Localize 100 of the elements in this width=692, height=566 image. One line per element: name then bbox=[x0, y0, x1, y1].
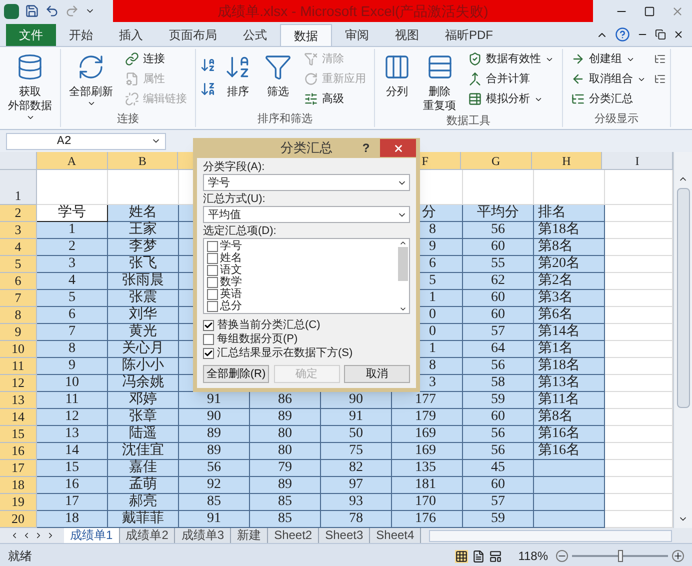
ribbon-button[interactable]: 排序 bbox=[220, 49, 256, 99]
scroll-up-icon[interactable] bbox=[398, 239, 406, 247]
option-label[interactable]: 替换当前分类汇总(C) bbox=[217, 319, 320, 331]
ribbon-tab[interactable]: 开始 bbox=[56, 24, 106, 46]
row-header[interactable]: 12 bbox=[0, 375, 37, 392]
scroll-down-icon[interactable] bbox=[398, 305, 406, 313]
ribbon-button[interactable]: 连接 bbox=[121, 49, 191, 69]
row-header[interactable]: 10 bbox=[0, 341, 37, 358]
horizontal-scrollbar[interactable] bbox=[429, 530, 672, 542]
checkbox[interactable] bbox=[207, 288, 218, 300]
ribbon-button[interactable]: 取消组合 bbox=[567, 69, 650, 89]
sheet-tab[interactable]: 成绩单3 bbox=[175, 528, 232, 543]
ribbon-button[interactable]: 删除 重复项 bbox=[419, 49, 460, 113]
maximize-icon[interactable] bbox=[644, 6, 655, 16]
page-layout-icon[interactable] bbox=[472, 550, 486, 562]
row-header[interactable]: 1 bbox=[0, 170, 37, 205]
row-header[interactable]: 19 bbox=[0, 494, 37, 511]
checkbox[interactable] bbox=[207, 240, 218, 252]
row-header[interactable]: 4 bbox=[0, 239, 37, 256]
dialog-button[interactable]: 全部删除(R) bbox=[203, 365, 269, 383]
list-item[interactable]: 数学 bbox=[220, 276, 242, 288]
row-header[interactable]: 7 bbox=[0, 290, 37, 307]
ribbon-tab[interactable]: 文件 bbox=[6, 24, 56, 46]
zoom-slider[interactable] bbox=[572, 550, 668, 562]
ribbon-button[interactable]: 分列 bbox=[379, 49, 415, 99]
undo-icon[interactable] bbox=[45, 4, 59, 18]
ribbon-button[interactable]: 筛选 bbox=[260, 49, 296, 99]
sort-ascending-icon[interactable] bbox=[200, 57, 216, 73]
slider-thumb[interactable] bbox=[618, 550, 623, 562]
ribbon-tab[interactable]: 福昕PDF bbox=[432, 24, 506, 46]
row-header[interactable]: 6 bbox=[0, 273, 37, 290]
list-item[interactable]: 语文 bbox=[220, 264, 242, 276]
ribbon-button[interactable]: 高级 bbox=[300, 89, 370, 109]
scroll-thumb[interactable] bbox=[676, 188, 690, 408]
list-item[interactable]: 英语 bbox=[220, 288, 242, 300]
ribbon-tab[interactable]: 视图 bbox=[382, 24, 432, 46]
name-box[interactable]: A2 bbox=[6, 132, 166, 150]
help-icon[interactable] bbox=[615, 27, 630, 42]
restore-icon[interactable] bbox=[655, 29, 666, 40]
zoom-out-icon[interactable] bbox=[556, 550, 568, 562]
ribbon-tab[interactable]: 插入 bbox=[106, 24, 156, 46]
list-item[interactable]: 学号 bbox=[220, 240, 242, 252]
vertical-scrollbar[interactable] bbox=[673, 152, 692, 528]
ribbon-tab[interactable]: 数据 bbox=[280, 24, 332, 46]
row-header[interactable]: 3 bbox=[0, 222, 37, 239]
show-detail-icon[interactable] bbox=[654, 53, 666, 65]
close-icon[interactable] bbox=[673, 29, 684, 40]
sheet-tab[interactable]: 新建 bbox=[231, 528, 268, 543]
page-break-icon[interactable] bbox=[489, 550, 502, 562]
save-icon[interactable] bbox=[25, 4, 39, 18]
ribbon-button[interactable]: 全部刷新 bbox=[65, 49, 117, 108]
scroll-thumb[interactable] bbox=[398, 247, 408, 281]
row-header[interactable]: 5 bbox=[0, 256, 37, 273]
list-item[interactable]: 姓名 bbox=[220, 252, 242, 264]
row-header[interactable]: 13 bbox=[0, 392, 37, 409]
spreadsheet-logo-icon[interactable] bbox=[4, 4, 19, 18]
ribbon-tab[interactable]: 页面布局 bbox=[156, 24, 230, 46]
column-header[interactable]: G bbox=[460, 152, 532, 170]
hide-detail-icon[interactable] bbox=[654, 73, 666, 85]
column-header[interactable]: A bbox=[36, 152, 108, 170]
checkbox[interactable] bbox=[207, 252, 218, 264]
zoom-in-icon[interactable] bbox=[672, 550, 684, 562]
sheet-tab[interactable]: 成绩单1 bbox=[64, 528, 120, 543]
sheet-tab[interactable]: Sheet2 bbox=[268, 528, 320, 543]
sheet-tab[interactable]: 成绩单2 bbox=[120, 528, 176, 543]
column-header[interactable]: H bbox=[532, 152, 602, 170]
row-header[interactable]: 15 bbox=[0, 426, 37, 443]
row-header[interactable]: 9 bbox=[0, 324, 37, 341]
checkbox[interactable] bbox=[203, 334, 214, 344]
ribbon-button[interactable]: 合并计算 bbox=[464, 69, 558, 89]
ribbon-button[interactable]: 获取 外部数据 bbox=[4, 49, 56, 122]
row-header[interactable]: 8 bbox=[0, 307, 37, 324]
option-label[interactable]: 汇总结果显示在数据下方(S) bbox=[217, 347, 353, 359]
normal-view-icon[interactable] bbox=[455, 550, 468, 562]
ribbon-button[interactable]: 分类汇总 bbox=[567, 89, 650, 109]
ribbon-button[interactable]: 创建组 bbox=[567, 49, 650, 69]
row-header[interactable]: 14 bbox=[0, 409, 37, 426]
column-header[interactable]: B bbox=[108, 152, 178, 170]
ribbon-button[interactable]: 模拟分析 bbox=[464, 89, 558, 109]
checkbox[interactable] bbox=[203, 320, 214, 330]
ribbon-tab[interactable]: 审阅 bbox=[332, 24, 382, 46]
list-scrollbar[interactable] bbox=[396, 239, 409, 313]
checkbox[interactable] bbox=[203, 348, 214, 358]
row-header[interactable]: 17 bbox=[0, 460, 37, 477]
row-header[interactable]: 2 bbox=[0, 205, 37, 222]
row-header[interactable]: 16 bbox=[0, 443, 37, 460]
column-header[interactable]: I bbox=[602, 152, 674, 170]
checkbox[interactable] bbox=[207, 276, 218, 288]
checkbox[interactable] bbox=[207, 264, 218, 276]
close-button[interactable] bbox=[380, 139, 416, 157]
ribbon-tab[interactable]: 公式 bbox=[230, 24, 280, 46]
help-button[interactable]: ? bbox=[356, 139, 376, 157]
list-item[interactable]: 总分 bbox=[220, 300, 242, 312]
zoom-level[interactable]: 118% bbox=[518, 547, 548, 565]
dialog-button[interactable]: 取消 bbox=[344, 365, 410, 383]
field-select[interactable]: 学号 bbox=[203, 174, 410, 191]
option-label[interactable]: 每组数据分页(P) bbox=[217, 333, 298, 345]
sheet-tab[interactable]: Sheet3 bbox=[319, 528, 370, 543]
method-select[interactable]: 平均值 bbox=[203, 206, 410, 223]
checkbox[interactable] bbox=[207, 300, 218, 312]
